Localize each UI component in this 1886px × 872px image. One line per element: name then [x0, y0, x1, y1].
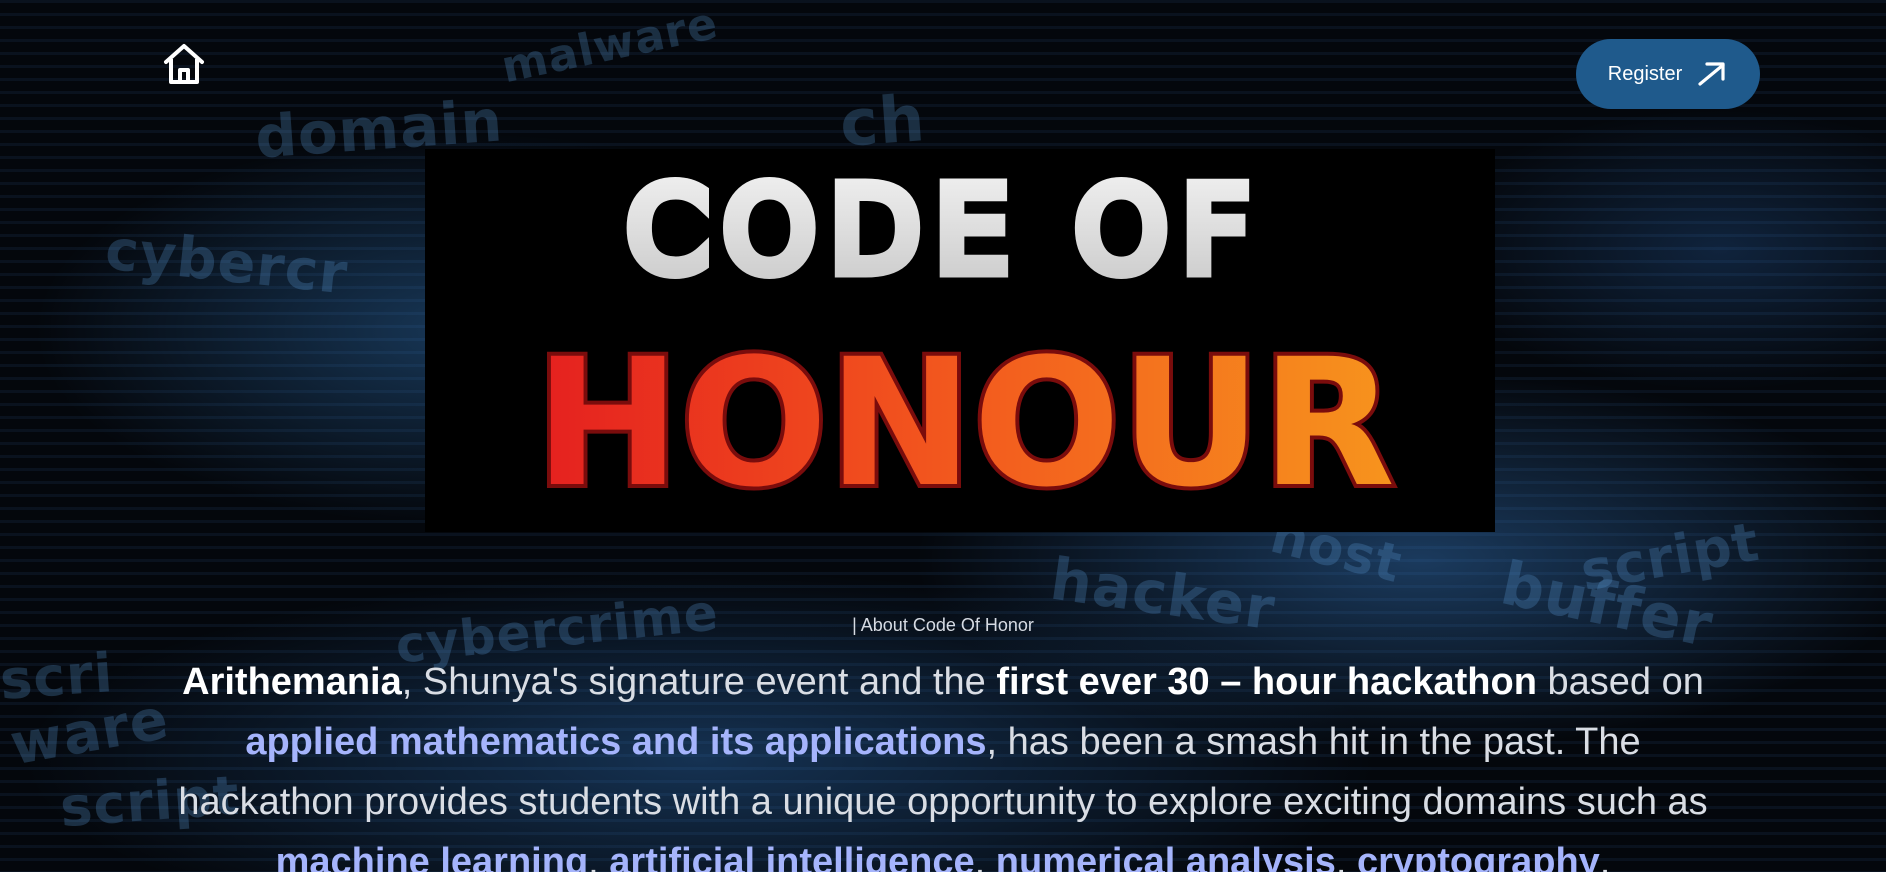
about-highlight: machine learning — [275, 841, 589, 872]
register-label: Register — [1607, 62, 1683, 85]
about-paragraph: Arithemania, Shunya's signature event an… — [160, 652, 1726, 872]
about-highlight: Arithemania — [182, 661, 402, 703]
about-text-segment: , Shunya's signature event and the — [401, 661, 997, 703]
logo-graphic: CODE OF HONOUR — [531, 155, 1399, 531]
about-highlight: applied mathematics and its applications — [245, 721, 987, 763]
logo-line-code-of: CODE OF — [627, 161, 1264, 299]
about-highlight: numerical analysis — [995, 841, 1336, 872]
about-text-segment: , — [974, 841, 996, 872]
about-highlight: cryptography — [1356, 841, 1600, 872]
top-navigation: Register — [0, 0, 1886, 120]
about-highlight: artificial intelligence — [609, 841, 975, 872]
about-text-segment: , — [588, 841, 610, 872]
register-button[interactable]: Register — [1576, 39, 1760, 109]
about-text-segment: , — [1335, 841, 1357, 872]
bg-word: cybercr — [102, 217, 351, 308]
about-highlight: first ever 30 – hour hackathon — [996, 661, 1537, 703]
logo-line-honour: HONOUR — [535, 321, 1395, 526]
about-text-segment: based on — [1536, 661, 1704, 703]
arrow-up-right-icon — [1698, 62, 1725, 86]
event-logo: CODE OF HONOUR — [425, 149, 1495, 532]
home-button[interactable] — [160, 40, 208, 88]
about-section-label: | About Code Of Honor — [852, 615, 1034, 635]
about-text-segment: , — [1599, 841, 1611, 872]
landing-page: domain malware cybercr ch host buffer ha… — [0, 0, 1886, 872]
home-icon — [164, 44, 204, 84]
